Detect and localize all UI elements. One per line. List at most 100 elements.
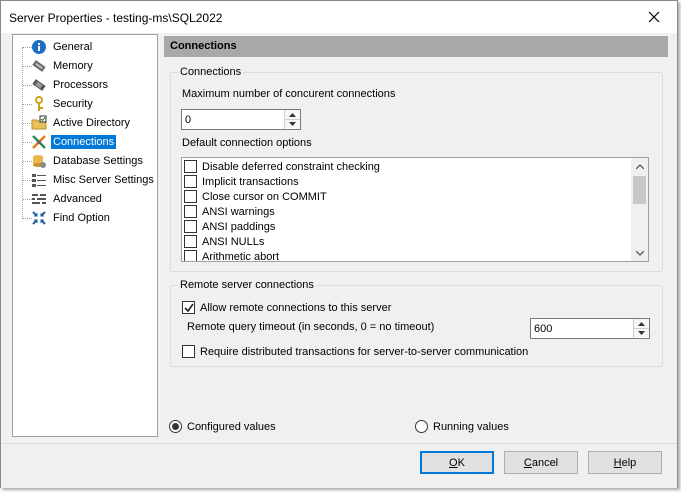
close-button[interactable] [639, 5, 669, 29]
spin-up-button[interactable] [285, 110, 300, 119]
find-option-icon [31, 210, 47, 226]
scroll-down-button[interactable] [631, 245, 648, 261]
memory-icon [31, 58, 47, 74]
window-title: Server Properties - testing-ms\SQL2022 [9, 11, 223, 25]
tree-item-label: Database Settings [53, 155, 143, 167]
option-label: ANSI paddings [202, 220, 276, 233]
tree-item-label: Connections [51, 135, 117, 149]
option-checkbox[interactable] [184, 220, 197, 233]
cancel-label-rest: ancel [531, 456, 559, 469]
tree-item-connections[interactable]: Connections [31, 133, 157, 151]
remote-timeout-label: Remote query timeout (in seconds, 0 = no… [187, 321, 435, 333]
tree-item-label: General [53, 41, 93, 53]
scroll-up-button[interactable] [631, 158, 648, 174]
info-icon [31, 39, 47, 55]
list-scrollbar[interactable] [631, 158, 648, 261]
running-values-radio[interactable] [415, 420, 428, 433]
max-connections-input[interactable] [182, 110, 277, 129]
tree-item-label: Security [53, 98, 93, 110]
tree-item-label: Advanced [53, 193, 102, 205]
list-item[interactable]: Arithmetic abort [184, 249, 280, 262]
caret-down-icon [289, 122, 296, 126]
caret-up-icon [638, 321, 645, 326]
option-label: Disable deferred constraint checking [202, 160, 380, 173]
option-checkbox[interactable] [184, 175, 197, 188]
running-values-radio-row[interactable]: Running values [415, 420, 509, 433]
caret-down-icon [638, 331, 645, 335]
option-checkbox[interactable] [184, 235, 197, 248]
tree-item-label: Active Directory [53, 117, 131, 129]
spin-up-button[interactable] [634, 319, 649, 328]
remote-timeout-spinner [530, 318, 650, 339]
option-checkbox[interactable] [184, 160, 197, 173]
distributed-transactions-checkbox[interactable] [182, 345, 195, 358]
scroll-thumb[interactable] [633, 176, 646, 204]
distributed-transactions-row[interactable]: Require distributed transactions for ser… [182, 345, 528, 358]
list-item[interactable]: Implicit transactions [184, 174, 299, 189]
tree-item-database-settings[interactable]: Database Settings [31, 152, 157, 170]
tree-item-processors[interactable]: Processors [31, 76, 157, 94]
option-checkbox[interactable] [184, 205, 197, 218]
tree-item-label: Memory [53, 60, 93, 72]
database-settings-icon [31, 153, 47, 169]
ok-label-rest: K [457, 456, 465, 469]
configured-values-radio-row[interactable]: Configured values [169, 420, 276, 433]
panel-header: Connections [164, 36, 668, 57]
configured-values-radio[interactable] [169, 420, 182, 433]
active-directory-icon [31, 115, 47, 131]
max-connections-label: Maximum number of concurent connections [182, 88, 396, 100]
cancel-button[interactable]: Cancel [504, 451, 578, 474]
tree-item-advanced[interactable]: Advanced [31, 190, 157, 208]
default-options-label: Default connection options [182, 137, 312, 149]
title-bar: Server Properties - testing-ms\SQL2022 [1, 1, 677, 33]
distributed-transactions-label: Require distributed transactions for ser… [200, 345, 529, 358]
connections-group-title: Connections [178, 66, 244, 78]
list-item[interactable]: Disable deferred constraint checking [184, 159, 380, 174]
spin-down-button[interactable] [634, 328, 649, 337]
list-item[interactable]: Close cursor on COMMIT [184, 189, 327, 204]
server-properties-dialog: Server Properties - testing-ms\SQL2022 G… [0, 0, 678, 488]
allow-remote-checkbox[interactable] [182, 301, 195, 314]
option-label: Close cursor on COMMIT [202, 190, 327, 203]
processor-icon [31, 77, 47, 93]
tree-item-active-directory[interactable]: Active Directory [31, 114, 157, 132]
help-label-rest: elp [621, 456, 637, 469]
settings-tree: General Memory Processors Security Activ… [12, 34, 158, 437]
misc-settings-icon [31, 172, 47, 188]
allow-remote-row[interactable]: Allow remote connections to this server [182, 301, 391, 314]
max-connections-spinner [181, 109, 301, 130]
help-button[interactable]: Help [588, 451, 662, 474]
close-icon [648, 11, 660, 23]
running-values-label: Running values [433, 420, 509, 433]
caret-up-icon [289, 112, 296, 117]
ok-mnemonic: O [449, 456, 458, 469]
tree-item-find-option[interactable]: Find Option [31, 209, 157, 227]
option-label: ANSI NULLs [202, 235, 265, 248]
tree-item-security[interactable]: Security [31, 95, 157, 113]
chevron-up-icon [635, 163, 644, 169]
tree-item-memory[interactable]: Memory [31, 57, 157, 75]
configured-values-label: Configured values [187, 420, 276, 433]
option-checkbox[interactable] [184, 250, 197, 261]
option-label: Implicit transactions [202, 175, 299, 188]
list-item[interactable]: ANSI paddings [184, 219, 275, 234]
allow-remote-label: Allow remote connections to this server [200, 301, 392, 314]
remote-group-title: Remote server connections [178, 279, 316, 291]
option-label: ANSI warnings [202, 205, 275, 218]
cancel-mnemonic: C [523, 456, 532, 469]
connections-icon [31, 134, 47, 150]
spin-down-button[interactable] [285, 119, 300, 128]
ok-button[interactable]: OK [420, 451, 494, 474]
list-item[interactable]: ANSI warnings [184, 204, 275, 219]
option-label: Arithmetic abort [202, 250, 280, 262]
option-checkbox[interactable] [184, 190, 197, 203]
checkmark-icon [183, 303, 194, 312]
tree-item-general[interactable]: General [31, 38, 157, 56]
key-icon [31, 96, 47, 112]
radio-dot [172, 423, 179, 430]
list-item[interactable]: ANSI NULLs [184, 234, 264, 249]
advanced-icon [31, 191, 47, 207]
tree-item-misc-server-settings[interactable]: Misc Server Settings [31, 171, 157, 189]
remote-timeout-input[interactable] [531, 319, 626, 338]
tree-item-label: Processors [53, 79, 109, 91]
